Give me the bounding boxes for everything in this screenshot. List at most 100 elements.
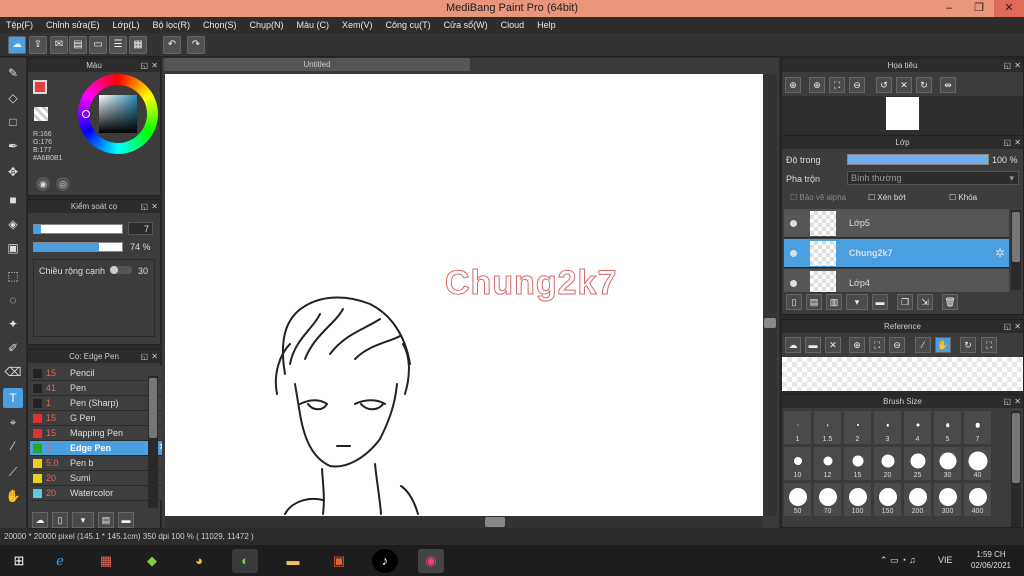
eraser-tool-icon[interactable]: ◇ <box>3 88 23 108</box>
select-pen-icon[interactable]: ✐ <box>3 338 23 358</box>
cloud-icon[interactable]: ☁ <box>785 337 801 353</box>
close-icon[interactable]: ✕ <box>825 337 841 353</box>
grid-icon[interactable]: ▦ <box>129 36 147 54</box>
rotate-icon[interactable]: ↻ <box>960 337 976 353</box>
close-panel-icon[interactable]: ✕ <box>1014 59 1021 72</box>
float-icon[interactable]: ◱ <box>1003 395 1011 408</box>
close-button[interactable]: ✕ <box>994 0 1024 17</box>
close-panel-icon[interactable]: ✕ <box>1014 320 1021 333</box>
redo-icon[interactable]: ↷ <box>187 36 205 54</box>
add-brush-icon[interactable]: ▾ <box>72 512 94 528</box>
close-panel-icon[interactable]: ✕ <box>151 59 158 72</box>
fit-icon[interactable]: ⛶ <box>829 77 845 93</box>
menu-window[interactable]: Cửa sổ(W) <box>444 20 488 30</box>
windows-start-icon[interactable]: ⊞ <box>6 549 32 573</box>
zoom-in-icon[interactable]: ⊕ <box>849 337 865 353</box>
layer-scrollbar[interactable] <box>1011 210 1021 290</box>
menu-cloud[interactable]: Cloud <box>501 20 525 30</box>
opacity-slider[interactable] <box>33 242 123 252</box>
brush-size-cell[interactable]: 1.5 <box>813 410 842 445</box>
eyedropper-icon[interactable]: ⁄ <box>3 436 23 456</box>
close-panel-icon[interactable]: ✕ <box>1014 395 1021 408</box>
select-icon[interactable]: ⬚ <box>3 266 23 286</box>
edge-width-slider[interactable] <box>110 266 132 274</box>
brush-size-cell[interactable]: 2 <box>843 410 872 445</box>
bucket-icon[interactable]: ◈ <box>3 214 23 234</box>
brush-size-cell[interactable]: 10 <box>783 446 812 481</box>
brush-size-cell[interactable]: 30 <box>933 446 962 481</box>
brush-settings-icon[interactable]: ▤ <box>98 512 114 528</box>
brush-size-scrollbar[interactable] <box>1011 411 1021 527</box>
list-icon[interactable]: ☰ <box>109 36 127 54</box>
close-panel-icon[interactable]: ✕ <box>151 200 158 213</box>
powerpoint-icon[interactable]: ▣ <box>326 549 352 573</box>
reset-icon[interactable]: ⛶ <box>981 337 997 353</box>
brush-size-cell[interactable]: 40 <box>963 446 992 481</box>
sv-square[interactable] <box>99 95 137 133</box>
zoom-out-icon[interactable]: ⊖ <box>889 337 905 353</box>
move-tool-icon[interactable]: ✥ <box>3 162 23 182</box>
protect-alpha-checkbox[interactable]: ☐ Bảo vệ alpha <box>790 193 846 202</box>
share-icon[interactable]: ⇪ <box>29 36 47 54</box>
message-icon[interactable]: ▤ <box>69 36 87 54</box>
transparent-swatch[interactable] <box>34 107 48 121</box>
hue-cursor[interactable] <box>82 110 90 118</box>
foreground-color-swatch[interactable] <box>33 80 47 94</box>
flip-icon[interactable]: ⇹ <box>940 77 956 93</box>
new-layer-icon[interactable]: ▯ <box>786 294 802 310</box>
menu-color[interactable]: Màu (C) <box>297 20 330 30</box>
rotate-left-icon[interactable]: ↺ <box>876 77 892 93</box>
brush-size-cell[interactable]: 1 <box>783 410 812 445</box>
gear-icon[interactable]: ✲ <box>995 246 1005 260</box>
canvas[interactable]: Chung2k7 <box>165 74 763 516</box>
size-slider[interactable] <box>33 224 123 234</box>
brush-size-cell[interactable]: 50 <box>783 482 812 517</box>
brush-size-cell[interactable]: 200 <box>903 482 932 517</box>
navigator-preview[interactable] <box>782 96 1023 134</box>
menu-select[interactable]: Chọn(S) <box>203 20 237 30</box>
float-icon[interactable]: ◱ <box>1003 136 1011 149</box>
minimize-button[interactable]: – <box>934 0 964 17</box>
layer-row-selected[interactable]: Chung2k7 ✲ <box>784 239 1009 268</box>
zoom-in2-icon[interactable]: ⊕ <box>809 77 825 93</box>
brush-size-cell[interactable]: 300 <box>933 482 962 517</box>
delete-layer-icon[interactable]: 🗑 <box>942 294 958 310</box>
folder-icon[interactable]: ▬ <box>118 512 134 528</box>
vertical-scrollbar[interactable] <box>763 74 777 516</box>
rect-select-icon[interactable]: □ <box>3 112 23 132</box>
fit-icon[interactable]: ⛶ <box>869 337 885 353</box>
app-grid-icon[interactable]: ▦ <box>93 549 119 573</box>
float-icon[interactable]: ◱ <box>1003 59 1011 72</box>
gradient-icon[interactable]: ▣ <box>3 238 23 258</box>
menu-snap[interactable]: Chụp(N) <box>250 20 284 30</box>
menu-view[interactable]: Xem(V) <box>342 20 373 30</box>
new-brush-icon[interactable]: ▯ <box>52 512 68 528</box>
merge-layer-icon[interactable]: ⇲ <box>917 294 933 310</box>
maximize-button[interactable]: ❐ <box>964 0 994 17</box>
brush-size-cell[interactable]: 25 <box>903 446 932 481</box>
float-icon[interactable]: ◱ <box>140 59 148 72</box>
menu-help[interactable]: Help <box>537 20 556 30</box>
menu-filter[interactable]: Bộ lọc(R) <box>152 20 190 30</box>
layer-row[interactable]: Lớp4 <box>784 269 1009 292</box>
eyedropper-icon[interactable]: ⁄ <box>915 337 931 353</box>
document-tab[interactable]: Untitled <box>164 58 470 71</box>
menu-tools[interactable]: Công cụ(T) <box>386 20 431 30</box>
open-folder-icon[interactable]: ▬ <box>805 337 821 353</box>
close-panel-icon[interactable]: ✕ <box>151 350 158 363</box>
brush-size-cell[interactable]: 150 <box>873 482 902 517</box>
brush-size-cell[interactable]: 12 <box>813 446 842 481</box>
menu-file[interactable]: Tệp(F) <box>6 20 33 30</box>
brush-size-cell[interactable]: 3 <box>873 410 902 445</box>
brush-size-cell[interactable]: 100 <box>843 482 872 517</box>
zoom-in-icon[interactable]: ⊕ <box>785 77 801 93</box>
clock[interactable]: 1:59 CH 02/06/2021 <box>966 549 1016 571</box>
language-indicator[interactable]: VIE <box>938 555 953 565</box>
reference-view[interactable] <box>782 357 1023 391</box>
palette-add-icon[interactable]: ◎ <box>56 177 70 191</box>
operation-icon[interactable]: ⌖ <box>3 412 23 432</box>
chrome-icon[interactable]: ◕ <box>186 549 212 573</box>
brush-size-cell[interactable]: 15 <box>843 446 872 481</box>
text-tool-icon[interactable]: T <box>3 388 23 408</box>
brush-size-cell[interactable]: 4 <box>903 410 932 445</box>
